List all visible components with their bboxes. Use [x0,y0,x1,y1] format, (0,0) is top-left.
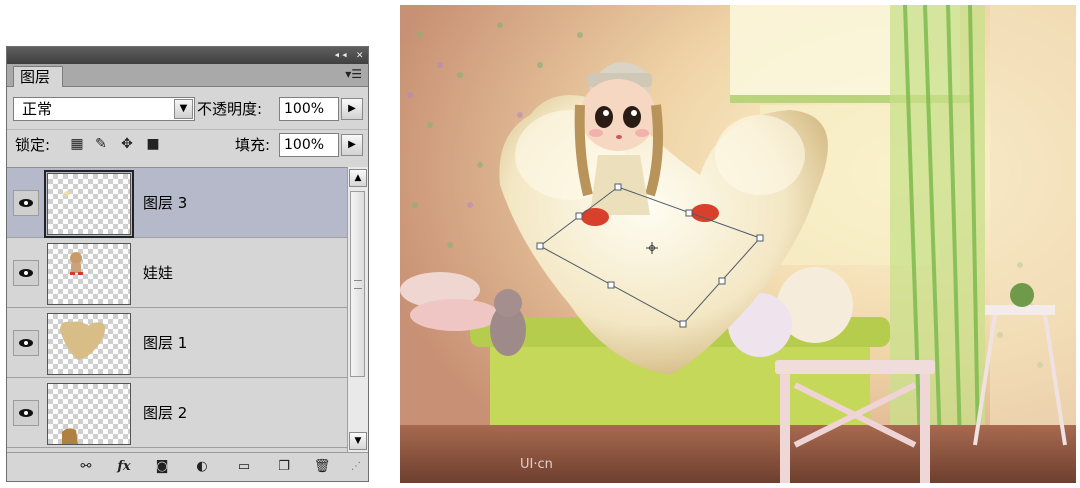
lock-all-icon[interactable]: ■ [145,136,161,152]
layer-thumbnail [44,170,134,238]
layer-row-layer3[interactable]: 图层 3 [7,168,347,238]
group-folder-icon[interactable]: ▭ [235,459,253,475]
lock-transparent-icon[interactable]: ▦ [69,136,85,152]
panel-tab-row: 图层 ▾☰ [7,64,368,87]
layer-name: 图层 3 [143,194,188,212]
panel-bottom-bar: ⚯ fx ◙ ◐ ▭ ❐ 🗑 ⋰ [7,452,368,481]
lock-label: 锁定: [15,136,51,154]
resize-grip-icon[interactable]: ⋰ [347,459,365,475]
panel-window-buttons[interactable]: ◂◂ ✕ [334,48,365,61]
opacity-label: 不透明度: [197,100,263,118]
watermark: UI·cn [520,457,553,472]
layer-thumbnail [47,313,131,375]
heart-thumb-art [60,321,105,360]
blend-mode-value: 正常 [22,100,53,118]
lock-brush-icon[interactable]: ✎ [93,136,109,152]
opacity-input[interactable]: 100% [279,97,339,121]
layer-name: 图层 2 [143,404,188,422]
adjustment-layer-icon[interactable]: ◐ [193,459,211,475]
eye-icon[interactable] [13,260,39,286]
chevron-down-icon[interactable]: ▼ [174,99,193,119]
eye-icon[interactable] [13,330,39,356]
layer-name: 娃娃 [143,264,174,282]
blend-opacity-row: 正常 ▼ 不透明度: 100% ▶ [7,93,368,125]
link-layers-icon[interactable]: ⚯ [77,459,95,475]
scroll-thumb[interactable] [350,191,365,377]
add-mask-icon[interactable]: ◙ [153,459,171,475]
fill-input[interactable]: 100% [279,133,339,157]
scroll-grip [354,280,362,289]
fx-icon[interactable]: fx [115,459,133,475]
layer-row-layer2[interactable]: 图层 2 [7,378,347,448]
new-layer-icon[interactable]: ❐ [275,459,293,475]
layer3-thumb-art [62,190,72,197]
blend-mode-select[interactable]: 正常 ▼ [13,97,195,121]
delete-layer-icon[interactable]: 🗑 [313,459,331,475]
scroll-down-icon[interactable]: ▼ [349,432,367,450]
eye-icon[interactable] [13,190,39,216]
layer-thumbnail [47,243,131,305]
scroll-up-icon[interactable]: ▲ [349,169,367,187]
fill-label: 填充: [235,136,271,154]
panel-menu-icon[interactable]: ▾☰ [345,67,362,81]
layer-name: 图层 1 [143,334,188,352]
layers-list: 图层 3 娃娃 图层 1 图层 2 [7,167,347,453]
layers-panel: ◂◂ ✕ 图层 ▾☰ 正常 ▼ 不透明度: 100% ▶ 锁定: ▦ ✎ ✥ ■… [6,46,369,482]
lock-fill-row: 锁定: ▦ ✎ ✥ ■ 填充: 100% ▶ [7,129,368,160]
doll-thumb-art [70,252,83,275]
layer2-thumb-art [62,428,78,444]
document-canvas[interactable]: UI·cn [400,5,1076,483]
layer-row-layer1[interactable]: 图层 1 [7,308,347,378]
lock-move-icon[interactable]: ✥ [119,136,135,152]
canvas-image [400,5,1076,483]
layers-scrollbar[interactable]: ▲ ▼ [347,167,368,452]
panel-titlebar: ◂◂ ✕ [7,47,368,64]
layer-row-doll[interactable]: 娃娃 [7,238,347,308]
layer-thumbnail [47,383,131,445]
fill-arrow-button[interactable]: ▶ [341,134,363,156]
tab-layers[interactable]: 图层 [13,66,63,87]
opacity-arrow-button[interactable]: ▶ [341,98,363,120]
eye-icon[interactable] [13,400,39,426]
